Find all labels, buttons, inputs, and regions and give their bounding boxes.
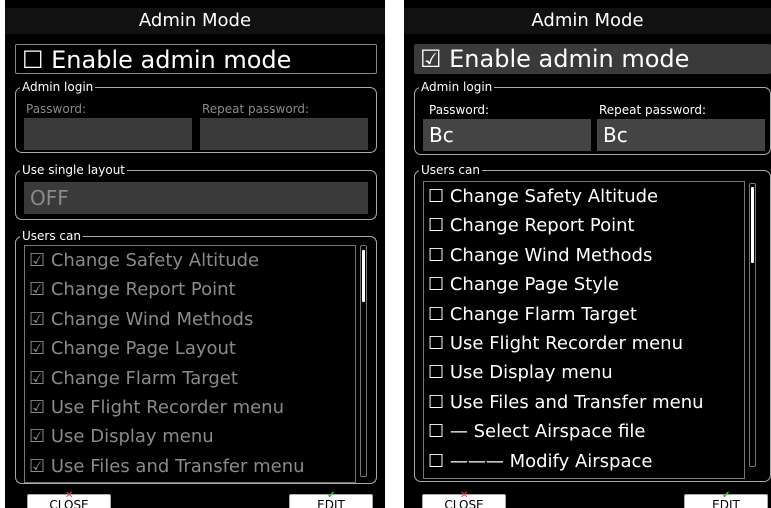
password-field[interactable]: Bc [423, 119, 591, 151]
check-icon: ✔ [327, 490, 336, 501]
list-item[interactable]: ☑ Change Report Point [25, 275, 355, 304]
list-item[interactable]: ☐ Change Wind Methods [424, 241, 744, 270]
list-scrollbar[interactable] [360, 245, 367, 477]
users-can-legend: Users can [20, 229, 83, 243]
enable-admin-mode-checkbox[interactable]: ☐ Enable admin mode [15, 44, 377, 74]
single-layout-group: Use single layout OFF [15, 163, 377, 220]
repeat-password-label: Repeat password: [599, 103, 707, 117]
users-can-legend: Users can [419, 163, 482, 177]
list-item[interactable]: ☐ ——— Modify Airspace [424, 447, 744, 476]
list-item[interactable]: ☑ Change Flarm Target [25, 364, 355, 393]
list-item[interactable]: ☐ Change Flarm Target [424, 300, 744, 329]
users-can-list: ☐ Change Safety Altitude ☐ Change Report… [423, 181, 745, 479]
repeat-password-field[interactable] [200, 118, 368, 150]
admin-screen-left: Admin Mode ☐ Enable admin mode Admin log… [5, 0, 385, 508]
scrollbar-thumb[interactable] [751, 187, 754, 263]
admin-screen-right: Admin Mode ☑ Enable admin mode Admin log… [404, 0, 771, 508]
list-item[interactable]: ☑ Use Files and Transfer menu [25, 452, 355, 481]
admin-login-group: Admin login Password: Repeat password: B… [414, 80, 771, 155]
users-can-group: Users can ☑ Change Safety Altitude ☑ Cha… [15, 229, 377, 484]
scrollbar-thumb[interactable] [362, 250, 365, 302]
users-can-list: ☑ Change Safety Altitude ☑ Change Report… [24, 245, 356, 483]
list-item[interactable]: ☑ Change Safety Altitude [25, 246, 355, 275]
edit-button[interactable]: ✔ EDIT [289, 490, 373, 508]
close-button[interactable]: ✕ CLOSE [422, 490, 506, 508]
users-can-group: Users can ☐ Change Safety Altitude ☐ Cha… [414, 163, 771, 482]
single-layout-legend: Use single layout [20, 163, 128, 177]
single-layout-field[interactable]: OFF [24, 182, 368, 214]
check-icon: ✔ [722, 490, 731, 501]
repeat-password-label: Repeat password: [202, 102, 310, 116]
close-button[interactable]: ✕ CLOSE [27, 490, 111, 508]
list-item[interactable]: ☐ Use Files and Transfer menu [424, 388, 744, 417]
admin-login-legend: Admin login [20, 80, 96, 94]
list-item[interactable]: ☑ Change Page Layout [25, 334, 355, 363]
password-field[interactable] [24, 118, 192, 150]
list-item[interactable]: ☐ Use Display menu [424, 358, 744, 387]
list-item[interactable]: ☐ — Select Airspace file [424, 417, 744, 446]
x-icon: ✕ [65, 490, 74, 501]
list-item[interactable]: ☑ Use Display menu [25, 422, 355, 451]
repeat-password-field[interactable]: Bc [597, 119, 765, 151]
list-scrollbar[interactable] [749, 183, 756, 467]
admin-login-legend: Admin login [419, 80, 495, 94]
page-title: Admin Mode [404, 8, 771, 34]
list-item[interactable]: ☑ Use Flight Recorder menu [25, 393, 355, 422]
list-item[interactable]: ☐ Use Flight Recorder menu [424, 329, 744, 358]
admin-login-group: Admin login Password: Repeat password: [15, 80, 377, 153]
list-item[interactable]: ☐ Change Page Style [424, 270, 744, 299]
enable-admin-mode-checkbox[interactable]: ☑ Enable admin mode [414, 44, 771, 74]
list-item[interactable]: ☐ Change Safety Altitude [424, 182, 744, 211]
list-item[interactable]: ☑ Change Wind Methods [25, 305, 355, 334]
edit-button[interactable]: ✔ EDIT [684, 490, 768, 508]
page-title: Admin Mode [5, 8, 385, 34]
list-item[interactable]: ☐ Change Report Point [424, 211, 744, 240]
password-label: Password: [26, 102, 87, 116]
password-label: Password: [429, 103, 490, 117]
x-icon: ✕ [460, 490, 469, 501]
